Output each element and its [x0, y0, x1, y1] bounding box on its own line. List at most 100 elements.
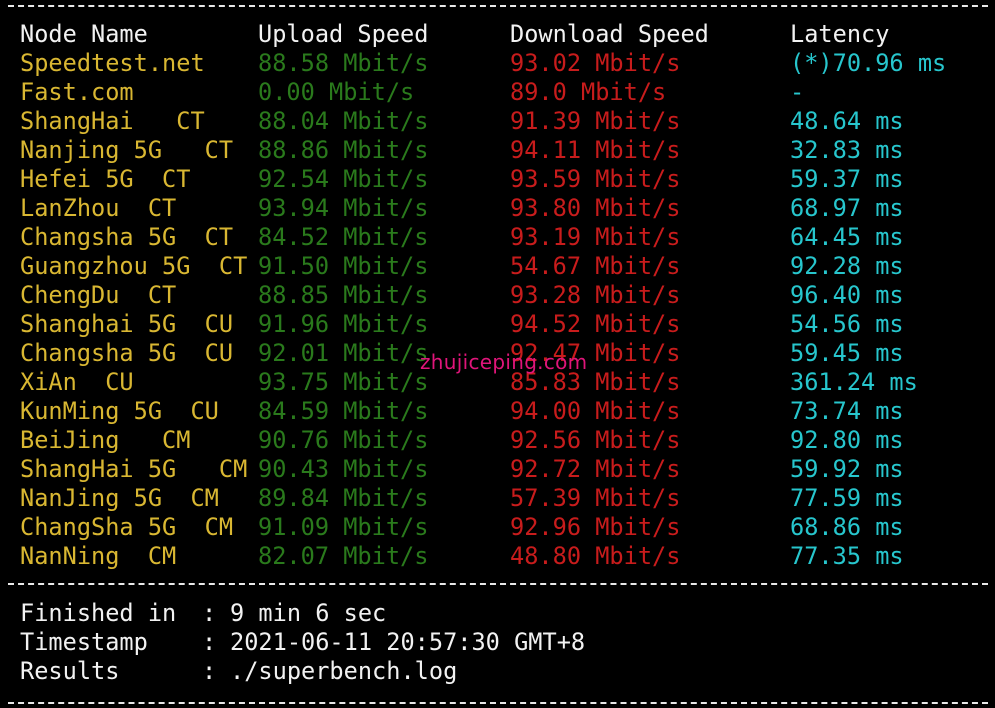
- upload-speed-cell: 88.86 Mbit/s: [258, 136, 429, 164]
- download-speed-cell: 94.00 Mbit/s: [510, 397, 681, 425]
- download-speed-cell: 94.52 Mbit/s: [510, 310, 681, 338]
- download-speed-cell: 89.0 Mbit/s: [510, 78, 667, 106]
- latency-cell: -: [790, 78, 805, 106]
- table-row: Fast.com 0.00 Mbit/s 89.0 Mbit/s -: [0, 78, 995, 107]
- summary-value: 9 min 6 sec: [230, 599, 387, 627]
- summary-label: Finished in: [20, 599, 177, 627]
- header-latency: Latency: [790, 20, 890, 48]
- latency-cell: 68.86 ms: [790, 513, 904, 541]
- table-row: BeiJing CM 90.76 Mbit/s 92.56 Mbit/s 92.80 …: [0, 426, 995, 455]
- upload-speed-cell: 93.75 Mbit/s: [258, 368, 429, 396]
- upload-speed-cell: 91.50 Mbit/s: [258, 252, 429, 280]
- node-name-cell: Hefei 5G CT: [20, 165, 191, 193]
- summary-line: Finished in:9 min 6 sec: [0, 599, 995, 628]
- download-speed-cell: 91.39 Mbit/s: [510, 107, 681, 135]
- download-speed-cell: 92.96 Mbit/s: [510, 513, 681, 541]
- latency-cell: 361.24 ms: [790, 368, 918, 396]
- header-download-speed: Download Speed: [510, 20, 709, 48]
- upload-speed-cell: 92.54 Mbit/s: [258, 165, 429, 193]
- table-row: LanZhou CT 93.94 Mbit/s 93.80 Mbit/s 68.97 …: [0, 194, 995, 223]
- upload-speed-cell: 91.96 Mbit/s: [258, 310, 429, 338]
- table-row: Shanghai 5G CU 91.96 Mbit/s 94.52 Mbit/s 54…: [0, 310, 995, 339]
- upload-speed-cell: 84.52 Mbit/s: [258, 223, 429, 251]
- node-name-cell: BeiJing CM: [20, 426, 191, 454]
- upload-speed-cell: 91.09 Mbit/s: [258, 513, 429, 541]
- latency-cell: 59.37 ms: [790, 165, 904, 193]
- table-row: ShangHai CT 88.04 Mbit/s 91.39 Mbit/s 48.64…: [0, 107, 995, 136]
- latency-cell: 59.92 ms: [790, 455, 904, 483]
- download-speed-cell: 93.19 Mbit/s: [510, 223, 681, 251]
- latency-cell: 59.45 ms: [790, 339, 904, 367]
- latency-cell: 73.74 ms: [790, 397, 904, 425]
- latency-cell: 77.59 ms: [790, 484, 904, 512]
- download-speed-cell: 93.28 Mbit/s: [510, 281, 681, 309]
- upload-speed-cell: 88.58 Mbit/s: [258, 49, 429, 77]
- header-upload-speed: Upload Speed: [258, 20, 429, 48]
- terminal-window: Node Name Upload Speed Download Speed La…: [0, 0, 995, 708]
- upload-speed-cell: 90.43 Mbit/s: [258, 455, 429, 483]
- node-name-cell: NanNing CM: [20, 542, 177, 570]
- download-speed-cell: 92.56 Mbit/s: [510, 426, 681, 454]
- table-row: NanJing 5G CM 89.84 Mbit/s 57.39 Mbit/s 77.…: [0, 484, 995, 513]
- summary-separator: :: [202, 657, 217, 685]
- download-speed-cell: 48.80 Mbit/s: [510, 542, 681, 570]
- header-node-name: Node Name: [20, 20, 148, 48]
- summary-line: Timestamp:2021-06-11 20:57:30 GMT+8: [0, 628, 995, 657]
- latency-cell: 96.40 ms: [790, 281, 904, 309]
- latency-cell: 92.80 ms: [790, 426, 904, 454]
- node-name-cell: Nanjing 5G CT: [20, 136, 234, 164]
- separator-line-bottom: [8, 702, 988, 704]
- table-header: Node Name Upload Speed Download Speed La…: [0, 20, 995, 49]
- upload-speed-cell: 90.76 Mbit/s: [258, 426, 429, 454]
- latency-cell: (*)70.96 ms: [790, 49, 947, 77]
- latency-cell: 54.56 ms: [790, 310, 904, 338]
- node-name-cell: ChengDu CT: [20, 281, 177, 309]
- table-row: Speedtest.net 88.58 Mbit/s 93.02 Mbit/s (*)…: [0, 49, 995, 78]
- latency-cell: 77.35 ms: [790, 542, 904, 570]
- download-speed-cell: 93.80 Mbit/s: [510, 194, 681, 222]
- table-row: ShangHai 5G CM 90.43 Mbit/s 92.72 Mbit/s 59…: [0, 455, 995, 484]
- node-name-cell: Guangzhou 5G CT: [20, 252, 248, 280]
- latency-cell: 68.97 ms: [790, 194, 904, 222]
- download-speed-cell: 57.39 Mbit/s: [510, 484, 681, 512]
- download-speed-cell: 92.72 Mbit/s: [510, 455, 681, 483]
- latency-cell: 48.64 ms: [790, 107, 904, 135]
- node-name-cell: Fast.com: [20, 78, 134, 106]
- node-name-cell: Changsha 5G CU: [20, 339, 234, 367]
- upload-speed-cell: 92.01 Mbit/s: [258, 339, 429, 367]
- table-row: Guangzhou 5G CT 91.50 Mbit/s 54.67 Mbit/s 9…: [0, 252, 995, 281]
- node-name-cell: ShangHai 5G CM: [20, 455, 248, 483]
- summary-separator: :: [202, 599, 217, 627]
- node-name-cell: Changsha 5G CT: [20, 223, 234, 251]
- download-speed-cell: 93.02 Mbit/s: [510, 49, 681, 77]
- download-speed-cell: 94.11 Mbit/s: [510, 136, 681, 164]
- node-name-cell: Shanghai 5G CU: [20, 310, 234, 338]
- node-name-cell: LanZhou CT: [20, 194, 177, 222]
- upload-speed-cell: 93.94 Mbit/s: [258, 194, 429, 222]
- separator-line-middle: [8, 583, 988, 585]
- summary-separator: :: [202, 628, 217, 656]
- table-row: Changsha 5G CT 84.52 Mbit/s 93.19 Mbit/s 64…: [0, 223, 995, 252]
- node-name-cell: ChangSha 5G CM: [20, 513, 234, 541]
- summary-line: Results: ./superbench.log: [0, 657, 995, 686]
- table-row: ChengDu CT 88.85 Mbit/s 93.28 Mbit/s 96.40 …: [0, 281, 995, 310]
- node-name-cell: NanJing 5G CM: [20, 484, 219, 512]
- summary-label: Results: [20, 657, 120, 685]
- table-row: KunMing 5G CU 84.59 Mbit/s 94.00 Mbit/s 73.…: [0, 397, 995, 426]
- node-name-cell: ShangHai CT: [20, 107, 205, 135]
- download-speed-cell: 54.67 Mbit/s: [510, 252, 681, 280]
- upload-speed-cell: 0.00 Mbit/s: [258, 78, 415, 106]
- table-row: Hefei 5G CT 92.54 Mbit/s 93.59 Mbit/s 59.37…: [0, 165, 995, 194]
- latency-cell: 64.45 ms: [790, 223, 904, 251]
- latency-cell: 92.28 ms: [790, 252, 904, 280]
- upload-speed-cell: 82.07 Mbit/s: [258, 542, 429, 570]
- download-speed-cell: 93.59 Mbit/s: [510, 165, 681, 193]
- node-name-cell: XiAn CU: [20, 368, 134, 396]
- summary-value: 2021-06-11 20:57:30 GMT+8: [230, 628, 586, 656]
- node-name-cell: KunMing 5G CU: [20, 397, 219, 425]
- table-row: Nanjing 5G CT 88.86 Mbit/s 94.11 Mbit/s 32.…: [0, 136, 995, 165]
- separator-line-top: [8, 5, 988, 7]
- table-row: NanNing CM 82.07 Mbit/s 48.80 Mbit/s 77.35 …: [0, 542, 995, 571]
- latency-cell: 32.83 ms: [790, 136, 904, 164]
- upload-speed-cell: 88.04 Mbit/s: [258, 107, 429, 135]
